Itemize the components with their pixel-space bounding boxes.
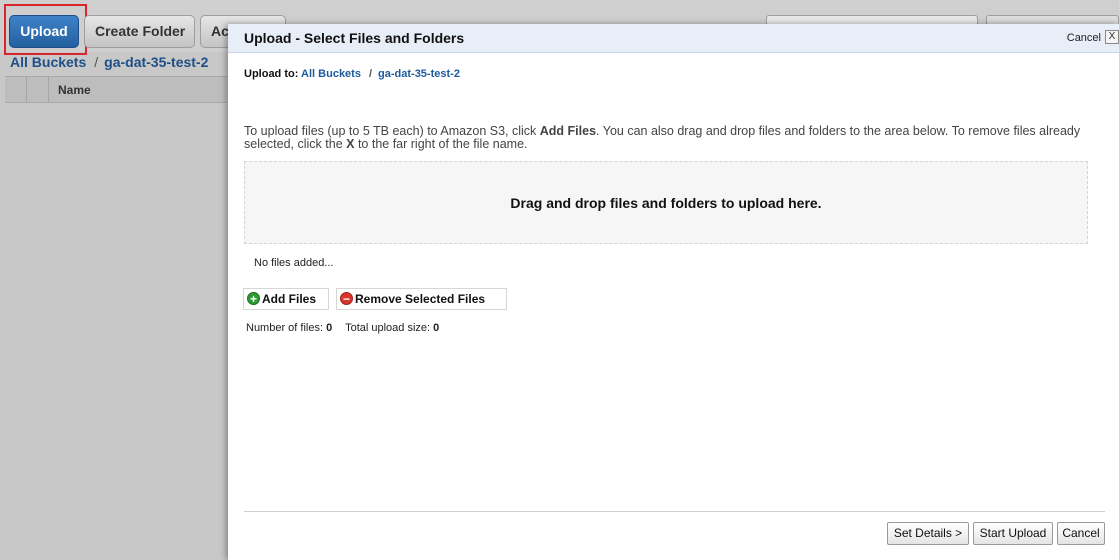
- breadcrumb: All Buckets / ga-dat-35-test-2: [10, 54, 208, 70]
- upload-dialog: Upload - Select Files and Folders Cancel…: [228, 24, 1119, 560]
- plus-circle-icon: +: [247, 292, 260, 305]
- drop-zone-text: Drag and drop files and folders to uploa…: [510, 195, 822, 211]
- upload-destination: Upload to: All Buckets / ga-dat-35-test-2: [244, 68, 460, 80]
- drop-zone[interactable]: Drag and drop files and folders to uploa…: [244, 161, 1088, 244]
- remove-selected-files-label: Remove Selected Files: [355, 292, 486, 306]
- add-files-button[interactable]: + Add Files: [243, 288, 329, 310]
- breadcrumb-separator: /: [94, 54, 99, 70]
- instructions-text-1: To upload files (up to 5 TB each) to Ama…: [244, 124, 540, 138]
- upload-button[interactable]: Upload: [9, 15, 79, 48]
- create-folder-button[interactable]: Create Folder: [84, 15, 195, 48]
- number-of-files-label: Number of files:: [246, 322, 324, 334]
- footer-divider: [244, 511, 1105, 512]
- upload-stats: Number of files: 0 Total upload size: 0: [246, 322, 449, 334]
- set-details-button[interactable]: Set Details >: [887, 522, 969, 545]
- select-all-column[interactable]: [5, 77, 27, 102]
- dialog-header: Upload - Select Files and Folders Cancel…: [228, 24, 1119, 53]
- upload-to-separator: /: [368, 68, 373, 80]
- upload-to-label: Upload to:: [244, 68, 299, 80]
- number-of-files-value: 0: [326, 322, 333, 334]
- upload-to-bucket-link[interactable]: ga-dat-35-test-2: [378, 68, 460, 80]
- objects-table-header: Name: [5, 76, 227, 103]
- breadcrumb-bucket[interactable]: ga-dat-35-test-2: [104, 54, 208, 70]
- start-upload-button[interactable]: Start Upload: [973, 522, 1053, 545]
- remove-selected-files-button[interactable]: − Remove Selected Files: [336, 288, 507, 310]
- upload-to-all-buckets-link[interactable]: All Buckets: [301, 68, 361, 80]
- breadcrumb-all-buckets[interactable]: All Buckets: [10, 54, 86, 70]
- total-upload-size-label: Total upload size:: [345, 322, 431, 334]
- name-column-header[interactable]: Name: [58, 83, 91, 97]
- minus-circle-icon: −: [340, 292, 353, 305]
- upload-instructions: To upload files (up to 5 TB each) to Ama…: [244, 125, 1104, 151]
- instructions-text-3: to the far right of the file name.: [354, 137, 528, 151]
- footer-cancel-button[interactable]: Cancel: [1057, 522, 1105, 545]
- close-icon[interactable]: X: [1105, 30, 1119, 44]
- instructions-add-files: Add Files: [539, 124, 597, 138]
- add-files-label: Add Files: [262, 292, 317, 306]
- dialog-title: Upload - Select Files and Folders: [244, 30, 465, 46]
- type-column: [27, 77, 49, 102]
- header-cancel-link[interactable]: Cancel: [1067, 32, 1101, 44]
- file-list-empty: No files added...: [254, 257, 334, 269]
- total-upload-size-value: 0: [433, 322, 440, 334]
